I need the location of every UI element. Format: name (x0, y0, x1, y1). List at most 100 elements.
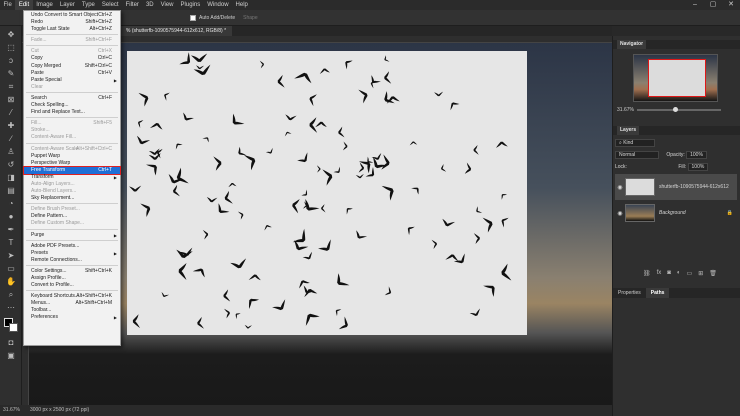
menu-item-puppet-warp[interactable]: Puppet Warp (24, 153, 120, 160)
menu-filter[interactable]: Filter (122, 0, 142, 10)
close-button[interactable]: ✕ (722, 0, 740, 10)
blur-tool-icon[interactable]: ◔ (4, 199, 18, 209)
eyedropper-tool-icon[interactable]: ⁄ (4, 108, 18, 118)
menu-item-free-transform[interactable]: Free Transform Ctrl+T (23, 165, 121, 175)
mask-icon[interactable]: ◙ (667, 270, 671, 277)
menu-item-preferences[interactable]: Preferences ▶ (24, 314, 120, 321)
healing-brush-icon[interactable]: ✚ (4, 121, 18, 131)
path-select-icon[interactable]: ➤ (4, 251, 18, 261)
menu-item-label: Auto-Blend Layers... (31, 188, 77, 195)
menu-separator (26, 228, 118, 230)
navigator-thumbnail[interactable] (633, 54, 718, 102)
tab-paths[interactable]: Paths (645, 288, 670, 298)
screen-mode-icon[interactable]: ▣ (4, 351, 18, 361)
menu-item-menus[interactable]: Menus... Alt+Shift+Ctrl+M (24, 300, 120, 307)
eye-icon[interactable]: ◉ (615, 210, 625, 217)
menu-item-assign-profile[interactable]: Assign Profile... (24, 275, 120, 282)
frame-tool-icon[interactable]: ⊠ (4, 95, 18, 105)
layer-row-smart[interactable]: ◉ shutterfb-1090575944-612x612 (615, 174, 737, 200)
menu-item-toggle-last-state[interactable]: Toggle Last State Alt+Ctrl+Z (24, 26, 120, 33)
status-zoom[interactable]: 31.67% (3, 405, 20, 416)
menu-item-shortcut: Ctrl+C (97, 55, 112, 62)
menu-fle[interactable]: Fle (0, 0, 15, 10)
history-brush-icon[interactable]: ↺ (4, 160, 18, 170)
layer-name[interactable]: Background (659, 210, 686, 216)
menu-image[interactable]: Image (33, 0, 57, 10)
menu-item-convert-to-profile[interactable]: Convert to Profile... (24, 282, 120, 289)
menu-view[interactable]: View (157, 0, 177, 10)
blend-mode-select[interactable]: Normal (615, 150, 659, 159)
menu-edit[interactable]: Edit (15, 0, 33, 10)
crop-tool-icon[interactable]: ⌗ (4, 82, 18, 92)
type-tool-icon[interactable]: T (4, 238, 18, 248)
more-tools-icon[interactable]: ⋯ (4, 303, 18, 313)
zoom-tool-icon[interactable]: ⌕ (4, 290, 18, 300)
menu-item-define-pattern[interactable]: Define Pattern... (24, 213, 120, 220)
background-color-swatch[interactable] (9, 323, 18, 332)
quick-mask-icon[interactable]: ◘ (4, 338, 18, 348)
delete-layer-icon[interactable]: 🗑 (709, 270, 717, 277)
rectangle-tool-icon[interactable]: ▭ (4, 264, 18, 274)
link-layers-icon[interactable]: ⛓ (643, 270, 651, 277)
tab-properties[interactable]: Properties (613, 288, 646, 298)
menu-plugins[interactable]: Plugins (177, 0, 204, 10)
layer-row-background[interactable]: ◉ Background 🔒 (615, 200, 737, 226)
fill-field[interactable]: 100% (687, 162, 709, 171)
menu-item-copy-merged[interactable]: Copy Merged Shift+Ctrl+C (24, 63, 120, 70)
menu-item-adobe-pdf-presets[interactable]: Adobe PDF Presets... (24, 243, 120, 250)
menu-item-sky-replacement[interactable]: Sky Replacement... (24, 195, 120, 202)
menu-type[interactable]: Type (78, 0, 98, 10)
quick-select-tool-icon[interactable]: ✎ (4, 69, 18, 79)
lasso-tool-icon[interactable]: ↄ (4, 56, 18, 66)
auto-add-delete-checkbox[interactable] (190, 14, 196, 21)
menu-help[interactable]: Help (232, 0, 251, 10)
navigator-zoom-knob[interactable] (673, 107, 678, 112)
fx-icon[interactable]: fx (657, 270, 662, 277)
eye-icon[interactable]: ◉ (615, 184, 625, 191)
menu-item-transform[interactable]: Transform ▶ (24, 174, 120, 181)
menu-item-presets[interactable]: Presets ▶ (24, 250, 120, 257)
adjustment-icon[interactable]: ◐ (677, 270, 681, 277)
menu-item-perspective-warp[interactable]: Perspective Warp (24, 160, 120, 167)
opacity-field[interactable]: 100% (686, 150, 707, 159)
menu-item-remote-connections[interactable]: Remote Connections... (24, 257, 120, 264)
move-tool-icon[interactable]: ✥ (4, 30, 18, 40)
menu-item-check-spelling[interactable]: Check Spelling... (24, 102, 120, 109)
menu-item-paste-special[interactable]: Paste Special ▶ (24, 77, 120, 84)
hand-tool-icon[interactable]: ✋ (4, 277, 18, 287)
menu-item-find-and-replace-text[interactable]: Find and Replace Text... (24, 109, 120, 116)
minimize-button[interactable]: – (686, 0, 704, 10)
dodge-tool-icon[interactable]: ● (4, 212, 18, 222)
document-tab[interactable]: % (shutterfb-1090575944-612x612, RGB/8) … (120, 26, 233, 36)
marquee-tool-icon[interactable]: ⬚ (4, 43, 18, 53)
menu-item-shortcut: Ctrl+X (97, 48, 112, 55)
layers-tab[interactable]: Layers (617, 126, 640, 135)
menu-item-purge[interactable]: Purge ▶ (24, 232, 120, 239)
maximize-button[interactable]: ▢ (704, 0, 722, 10)
clone-stamp-icon[interactable]: ♙ (4, 147, 18, 157)
menu-item-paste[interactable]: Paste Ctrl+V (24, 70, 120, 77)
new-layer-icon[interactable]: ⊞ (698, 270, 703, 277)
menu-item-keyboard-shortcuts[interactable]: Keyboard Shortcuts... Alt+Shift+Ctrl+K (24, 293, 120, 300)
gradient-tool-icon[interactable]: ▤ (4, 186, 18, 196)
navigator-zoom-slider[interactable] (637, 109, 721, 111)
pen-tool-icon[interactable]: ✒ (4, 225, 18, 235)
navigator-view-box[interactable] (648, 59, 706, 97)
layer-name[interactable]: shutterfb-1090575944-612x612 (659, 184, 729, 190)
group-icon[interactable]: ▭ (687, 270, 693, 277)
menu-layer[interactable]: Layer (56, 0, 78, 10)
menu-separator (26, 239, 118, 241)
menu-item-copy[interactable]: Copy Ctrl+C (24, 55, 120, 62)
navigator-tab[interactable]: Navigator (617, 40, 647, 49)
menu-item-redo[interactable]: Redo Shift+Ctrl+Z (24, 19, 120, 26)
layer-kind-filter[interactable]: ⌕ Kind (615, 138, 655, 147)
menu-window[interactable]: Window (204, 0, 232, 10)
menu-item-search[interactable]: Search Ctrl+F (24, 95, 120, 102)
menu-item-color-settings[interactable]: Color Settings... Shift+Ctrl+K (24, 268, 120, 275)
eraser-tool-icon[interactable]: ◨ (4, 173, 18, 183)
menu-item-toolbar[interactable]: Toolbar... (24, 307, 120, 314)
brush-tool-icon[interactable]: ∕ (4, 134, 18, 144)
menu-3d[interactable]: 3D (142, 0, 157, 10)
menu-select[interactable]: Select (98, 0, 122, 10)
menu-item-undo-convert-to-smart-object[interactable]: Undo Convert to Smart Object Ctrl+Z (24, 12, 120, 19)
